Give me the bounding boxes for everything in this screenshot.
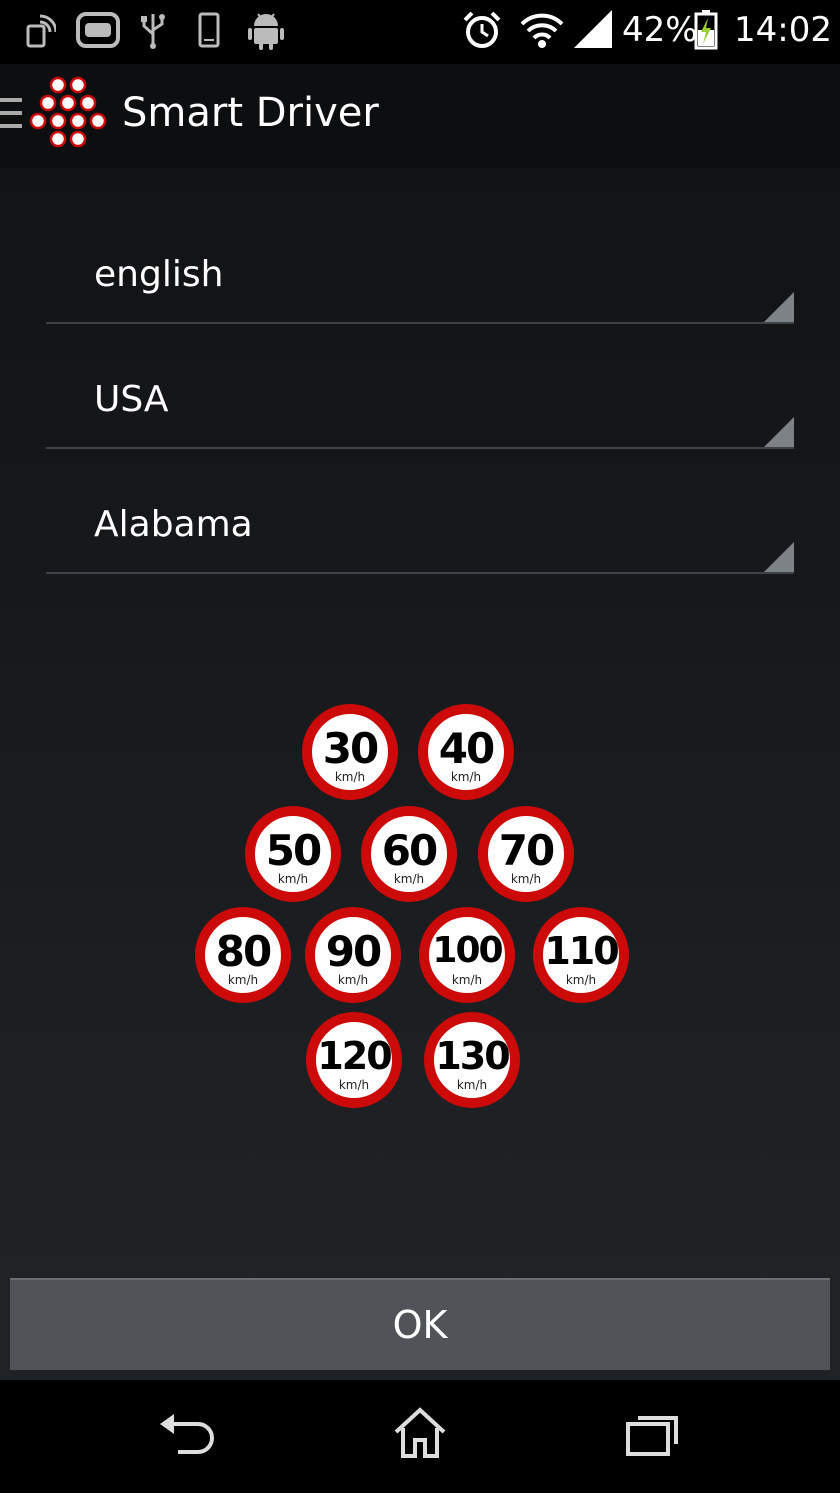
speed-sign-30[interactable]: 30 km/h — [302, 704, 398, 800]
battery-percent: 42% — [622, 10, 698, 50]
speed-sign-50[interactable]: 50 km/h — [245, 806, 341, 902]
country-spinner[interactable]: USA — [46, 339, 794, 449]
speed-sign-number: 40 — [438, 724, 495, 773]
speed-sign-number: 80 — [215, 927, 272, 976]
phone-icon — [198, 12, 220, 48]
region-spinner[interactable]: Alabama — [46, 464, 794, 574]
speed-sign-unit: km/h — [334, 770, 366, 784]
speed-sign-number: 100 — [432, 930, 503, 971]
recent-apps-icon[interactable] — [624, 1410, 682, 1458]
speed-sign-unit: km/h — [393, 872, 425, 886]
speed-sign-unit: km/h — [565, 973, 597, 987]
game-app-icon — [76, 12, 120, 48]
speed-sign-unit: km/h — [227, 973, 259, 987]
signal-icon — [574, 10, 612, 48]
android-icon — [248, 13, 284, 50]
status-bar: 42% 14:02 — [0, 0, 840, 64]
action-bar: Smart Driver — [0, 64, 840, 168]
language-spinner[interactable]: english — [46, 214, 794, 324]
speed-sign-60[interactable]: 60 km/h — [361, 806, 457, 902]
speed-sign-number: 120 — [317, 1034, 392, 1078]
drawer-menu-icon[interactable] — [0, 98, 24, 132]
speed-sign-90[interactable]: 90 km/h — [305, 907, 401, 1003]
speed-sign-110[interactable]: 110 km/h — [533, 907, 629, 1003]
cast-icon — [26, 14, 56, 48]
speed-sign-number: 60 — [381, 826, 438, 875]
speed-sign-unit: km/h — [277, 872, 309, 886]
speed-sign-unit: km/h — [337, 973, 369, 987]
speed-sign-number: 30 — [322, 724, 379, 773]
wifi-icon — [520, 13, 564, 48]
app-title: Smart Driver — [122, 90, 379, 136]
screen: 42% 14:02 Smart Driver english USA Alaba… — [0, 0, 840, 1493]
app-logo-icon[interactable] — [26, 76, 110, 154]
clock: 14:02 — [734, 10, 832, 50]
speed-sign-number: 130 — [435, 1034, 510, 1078]
spinner-underline — [46, 572, 794, 574]
speed-sign-70[interactable]: 70 km/h — [478, 806, 574, 902]
navigation-bar — [0, 1380, 840, 1493]
speed-sign-130[interactable]: 130 km/h — [424, 1012, 520, 1108]
language-value: english — [94, 254, 224, 295]
battery-charging-icon — [694, 10, 718, 50]
speed-sign-number: 110 — [544, 929, 619, 973]
speed-sign-100[interactable]: 100 km/h — [419, 907, 515, 1003]
speed-sign-number: 90 — [325, 927, 382, 976]
home-icon[interactable] — [392, 1406, 448, 1460]
button-bar: OK — [0, 1260, 840, 1380]
speed-sign-unit: km/h — [510, 872, 542, 886]
dropdown-corner-icon — [764, 542, 794, 572]
spinner-underline — [46, 447, 794, 449]
speed-sign-40[interactable]: 40 km/h — [418, 704, 514, 800]
speed-sign-number: 50 — [265, 826, 322, 875]
speed-sign-unit: km/h — [338, 1078, 370, 1092]
dropdown-corner-icon — [764, 292, 794, 322]
alarm-icon — [463, 11, 501, 48]
ok-button[interactable]: OK — [10, 1278, 830, 1370]
country-value: USA — [94, 379, 169, 420]
back-icon[interactable] — [158, 1410, 216, 1460]
usb-icon — [141, 14, 165, 49]
speed-sign-unit: km/h — [451, 973, 483, 987]
speed-sign-unit: km/h — [450, 770, 482, 784]
region-value: Alabama — [94, 504, 253, 545]
speed-sign-unit: km/h — [456, 1078, 488, 1092]
speed-sign-80[interactable]: 80 km/h — [195, 907, 291, 1003]
speed-sign-120[interactable]: 120 km/h — [306, 1012, 402, 1108]
spinner-underline — [46, 322, 794, 324]
dropdown-corner-icon — [764, 417, 794, 447]
speed-sign-number: 70 — [498, 826, 555, 875]
